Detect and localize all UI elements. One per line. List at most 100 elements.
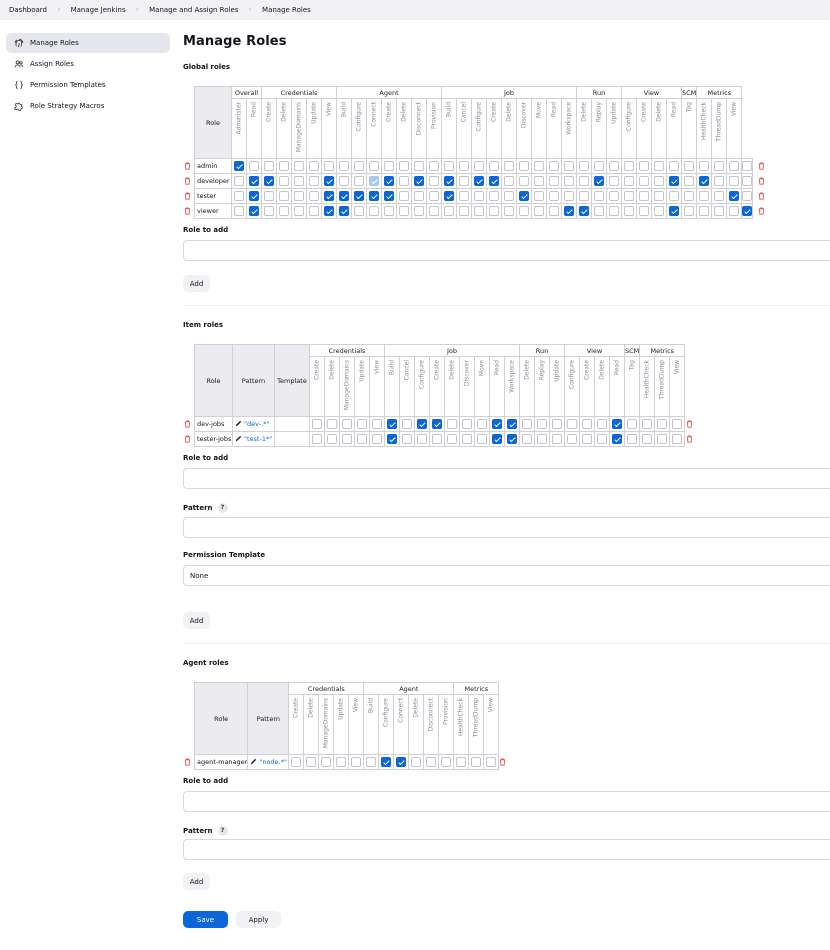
permission-checkbox[interactable]	[654, 161, 664, 171]
permission-checkbox[interactable]	[624, 191, 634, 201]
permission-checkbox[interactable]	[459, 176, 469, 186]
permission-checkbox[interactable]	[489, 191, 499, 201]
permission-checkbox[interactable]	[729, 206, 740, 216]
permission-checkbox[interactable]	[324, 206, 334, 216]
permission-checkbox[interactable]	[327, 434, 337, 444]
edit-pattern-icon[interactable]	[250, 758, 257, 765]
permission-checkbox[interactable]	[381, 757, 392, 767]
permission-checkbox[interactable]	[609, 176, 619, 186]
permission-checkbox[interactable]	[372, 419, 382, 429]
permission-checkbox[interactable]	[444, 161, 454, 171]
permission-checkbox[interactable]	[699, 191, 710, 201]
sidebar-item-manage-roles[interactable]: Manage Roles	[6, 33, 170, 53]
role-name[interactable]: admin	[194, 158, 232, 174]
permission-checkbox[interactable]	[714, 161, 725, 171]
permission-checkbox[interactable]	[447, 434, 457, 444]
permission-checkbox[interactable]	[477, 419, 487, 429]
permission-checkbox[interactable]	[369, 161, 379, 171]
agent-role-to-add-input[interactable]	[183, 791, 830, 812]
permission-checkbox[interactable]	[654, 176, 664, 186]
permission-checkbox[interactable]	[354, 206, 364, 216]
permission-checkbox[interactable]	[324, 176, 334, 186]
permission-checkbox[interactable]	[522, 419, 532, 429]
help-icon[interactable]: ?	[217, 503, 228, 513]
save-button[interactable]: Save	[183, 911, 228, 928]
permission-checkbox[interactable]	[549, 176, 559, 186]
delete-role-icon[interactable]	[184, 758, 191, 766]
permission-checkbox[interactable]	[354, 176, 364, 186]
permission-checkbox[interactable]	[339, 191, 349, 201]
permission-checkbox[interactable]	[699, 161, 710, 171]
permission-checkbox[interactable]	[567, 434, 577, 444]
permission-checkbox[interactable]	[642, 419, 653, 429]
permission-checkbox[interactable]	[489, 206, 499, 216]
permission-checkbox[interactable]	[309, 206, 319, 216]
permission-checkbox[interactable]	[552, 434, 562, 444]
permission-checkbox[interactable]	[714, 191, 725, 201]
permission-checkbox[interactable]	[672, 434, 683, 444]
permission-checkbox[interactable]	[441, 757, 452, 767]
permission-checkbox[interactable]	[519, 206, 529, 216]
permission-checkbox[interactable]	[642, 434, 653, 444]
permission-checkbox[interactable]	[462, 419, 472, 429]
role-name[interactable]: viewer	[194, 203, 232, 219]
item-add-button[interactable]: Add	[183, 612, 210, 629]
permission-checkbox[interactable]	[564, 176, 574, 186]
permission-checkbox[interactable]	[657, 434, 668, 444]
permission-checkbox[interactable]	[447, 419, 457, 429]
help-icon[interactable]: ?	[217, 826, 228, 836]
permission-checkbox[interactable]	[402, 434, 412, 444]
role-name[interactable]: dev-jobs	[194, 416, 233, 432]
permission-checkbox[interactable]	[294, 191, 304, 201]
permission-checkbox[interactable]	[639, 161, 649, 171]
permission-checkbox[interactable]	[534, 206, 544, 216]
delete-role-icon[interactable]	[184, 435, 191, 443]
permission-checkbox[interactable]	[477, 434, 487, 444]
role-name[interactable]: agent-manager	[193, 754, 249, 770]
permission-checkbox[interactable]	[471, 757, 482, 767]
permission-checkbox[interactable]	[669, 161, 679, 171]
permission-checkbox[interactable]	[279, 161, 289, 171]
permission-checkbox[interactable]	[396, 757, 407, 767]
permission-checkbox[interactable]	[354, 161, 364, 171]
permission-checkbox[interactable]	[354, 191, 364, 201]
permission-checkbox[interactable]	[384, 206, 394, 216]
role-pattern[interactable]: "dev-.*"	[232, 416, 275, 432]
permission-checkbox[interactable]	[342, 419, 352, 429]
permission-checkbox[interactable]	[234, 206, 244, 216]
role-name[interactable]: developer	[194, 173, 232, 189]
permission-checkbox[interactable]	[567, 419, 577, 429]
role-name[interactable]: tester	[194, 188, 232, 204]
permission-checkbox[interactable]	[729, 176, 740, 186]
permission-checkbox[interactable]	[327, 419, 337, 429]
permission-checkbox[interactable]	[537, 419, 547, 429]
permission-checkbox[interactable]	[699, 176, 710, 186]
permission-checkbox[interactable]	[504, 176, 514, 186]
permission-checkbox[interactable]	[414, 161, 424, 171]
delete-role-icon[interactable]	[184, 207, 191, 215]
item-role-to-add-input[interactable]	[183, 468, 830, 489]
role-pattern[interactable]: "node.*"	[247, 754, 290, 770]
permission-checkbox[interactable]	[429, 206, 439, 216]
permission-checkbox[interactable]	[312, 419, 322, 429]
permission-checkbox[interactable]	[742, 191, 752, 201]
permission-checkbox[interactable]	[624, 161, 634, 171]
permission-checkbox[interactable]	[426, 757, 437, 767]
permission-checkbox[interactable]	[291, 757, 302, 767]
permission-checkbox[interactable]	[264, 206, 274, 216]
permission-checkbox[interactable]	[492, 434, 502, 444]
permission-checkbox[interactable]	[507, 419, 517, 429]
permission-checkbox[interactable]	[597, 419, 607, 429]
permission-checkbox[interactable]	[294, 206, 304, 216]
permission-checkbox[interactable]	[234, 191, 244, 201]
permission-checkbox[interactable]	[564, 161, 574, 171]
permission-checkbox[interactable]	[387, 419, 397, 429]
permission-checkbox[interactable]	[519, 176, 529, 186]
permission-checkbox[interactable]	[669, 176, 679, 186]
permission-checkbox[interactable]	[324, 161, 334, 171]
permission-checkbox[interactable]	[609, 161, 619, 171]
permission-checkbox[interactable]	[357, 419, 367, 429]
permission-checkbox[interactable]	[612, 434, 622, 444]
apply-button[interactable]: Apply	[236, 911, 281, 928]
role-pattern[interactable]: "test-1*"	[232, 431, 275, 447]
